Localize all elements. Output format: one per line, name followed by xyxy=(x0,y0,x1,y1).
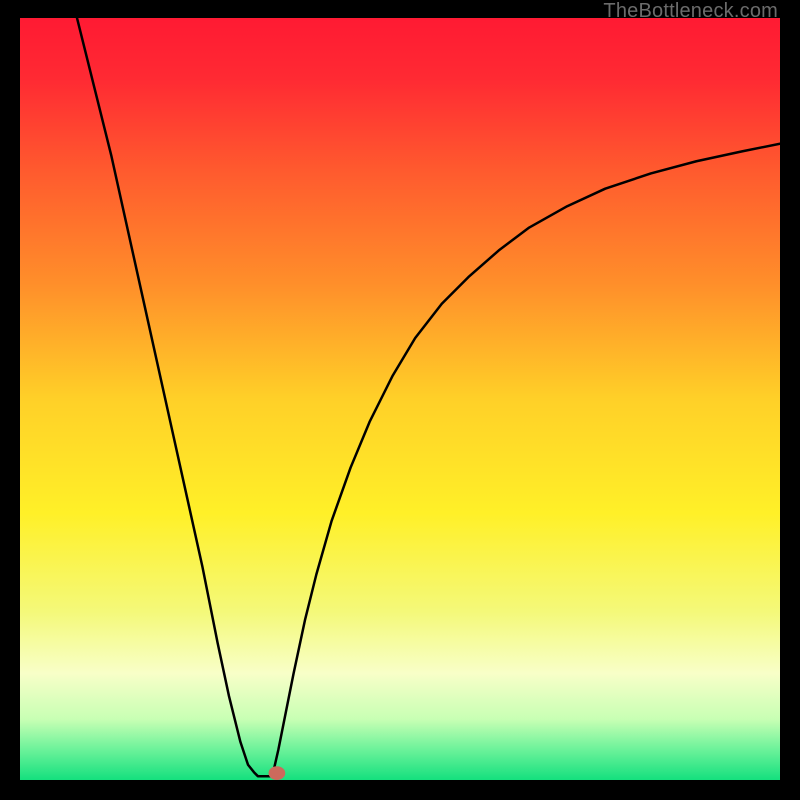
valley-marker xyxy=(269,766,286,780)
gradient-background xyxy=(20,18,780,780)
chart-frame xyxy=(20,18,780,780)
marker-group xyxy=(269,766,286,780)
bottleneck-chart xyxy=(20,18,780,780)
